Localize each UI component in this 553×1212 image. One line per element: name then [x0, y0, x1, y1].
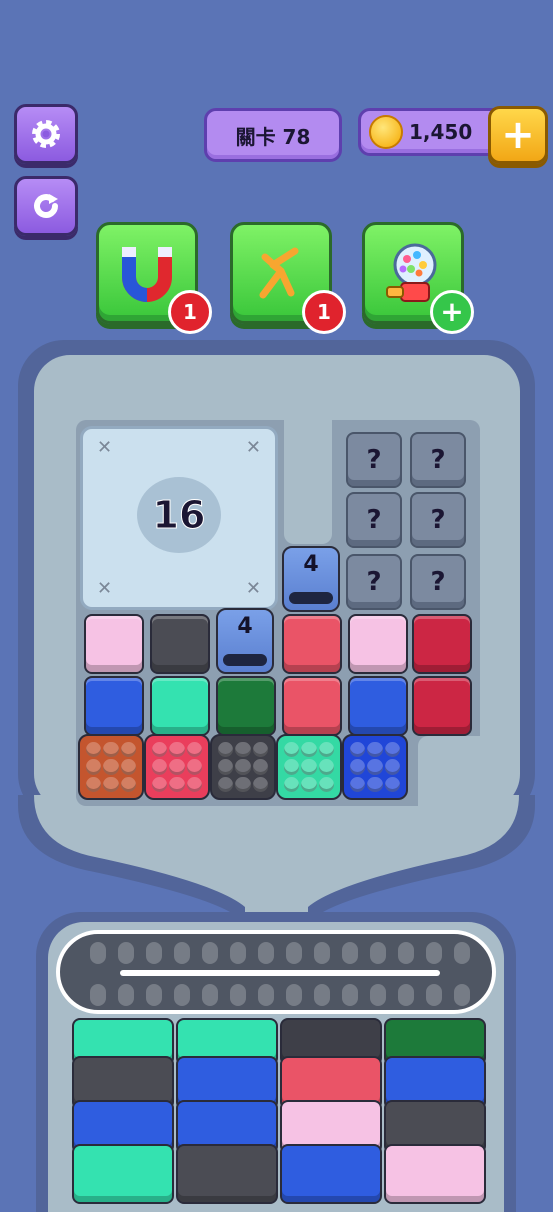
unscrew-icon: [259, 247, 299, 299]
bubble-block[interactable]: [210, 734, 276, 800]
tray-notch: [284, 420, 332, 544]
mystery-tile[interactable]: ?: [346, 554, 402, 610]
collector-column[interactable]: [72, 1018, 174, 1204]
gear-icon: [32, 120, 60, 148]
tunnel-hole: [289, 592, 333, 604]
level-indicator: 關卡 78: [204, 108, 342, 162]
mystery-mark: ?: [430, 567, 446, 597]
color-tile[interactable]: [412, 676, 472, 736]
color-tile[interactable]: [84, 676, 144, 736]
column-block: [72, 1144, 174, 1204]
mystery-mark: ?: [430, 445, 446, 475]
coin-icon: [369, 115, 403, 149]
tunnel-count: 4: [303, 552, 319, 577]
color-tile[interactable]: [150, 614, 210, 674]
color-tile[interactable]: [412, 614, 472, 674]
magnet-count-badge: 1: [168, 290, 212, 334]
lock-counter-value: 16: [152, 493, 206, 538]
mystery-tile[interactable]: ?: [410, 554, 466, 610]
color-tile[interactable]: [348, 676, 408, 736]
screw-icon: ✕: [245, 578, 261, 599]
bubble-block[interactable]: [342, 734, 408, 800]
color-tile[interactable]: [282, 614, 342, 674]
settings-button[interactable]: [14, 104, 78, 164]
tunnel-hole: [223, 654, 267, 666]
color-tile[interactable]: [216, 676, 276, 736]
tunnel-block[interactable]: 4: [282, 546, 340, 612]
mystery-mark: ?: [430, 505, 446, 535]
collector-column[interactable]: [280, 1018, 382, 1204]
plus-icon: +: [501, 112, 535, 158]
collector-column[interactable]: [384, 1018, 486, 1204]
mystery-tile[interactable]: ?: [410, 492, 466, 548]
collector-column[interactable]: [176, 1018, 278, 1204]
tunnel-count: 4: [237, 614, 253, 639]
mystery-tile[interactable]: ?: [346, 492, 402, 548]
column-block: [384, 1144, 486, 1204]
screw-icon: ✕: [97, 578, 113, 599]
gumball-add-label: +: [440, 295, 464, 328]
gumball-add-badge[interactable]: +: [430, 290, 474, 334]
color-tile[interactable]: [150, 676, 210, 736]
add-coins-button[interactable]: +: [488, 106, 548, 164]
unscrew-count: 1: [317, 300, 331, 324]
locked-plate: ✕ ✕ ✕ ✕ 16: [80, 426, 278, 610]
restart-icon: [34, 194, 58, 218]
lock-counter: 16: [137, 477, 221, 553]
unscrew-count-badge: 1: [302, 290, 346, 334]
color-tile[interactable]: [348, 614, 408, 674]
conveyor-rail: [120, 970, 440, 976]
tray-corner: [418, 736, 480, 806]
tunnel-block[interactable]: 4: [216, 608, 274, 674]
screw-icon: ✕: [97, 437, 113, 458]
bubble-block[interactable]: [144, 734, 210, 800]
column-block: [280, 1144, 382, 1204]
mystery-tile[interactable]: ?: [346, 432, 402, 488]
mystery-mark: ?: [366, 567, 382, 597]
mystery-mark: ?: [366, 505, 382, 535]
coin-count: 1,450: [409, 120, 473, 144]
column-block: [176, 1144, 278, 1204]
mystery-tile[interactable]: ?: [410, 432, 466, 488]
bubble-block[interactable]: [276, 734, 342, 800]
bubble-block[interactable]: [78, 734, 144, 800]
color-tile[interactable]: [282, 676, 342, 736]
magnet-icon: [122, 247, 172, 302]
conveyor-top-slots: [90, 942, 470, 964]
screw-icon: ✕: [245, 437, 261, 458]
level-label: 關卡 78: [235, 124, 311, 149]
magnet-count: 1: [183, 300, 197, 324]
conveyor-bottom-slots: [90, 984, 470, 1006]
restart-button[interactable]: [14, 176, 78, 236]
color-tile[interactable]: [84, 614, 144, 674]
mystery-mark: ?: [366, 445, 382, 475]
conveyor-belt: [56, 930, 496, 1014]
